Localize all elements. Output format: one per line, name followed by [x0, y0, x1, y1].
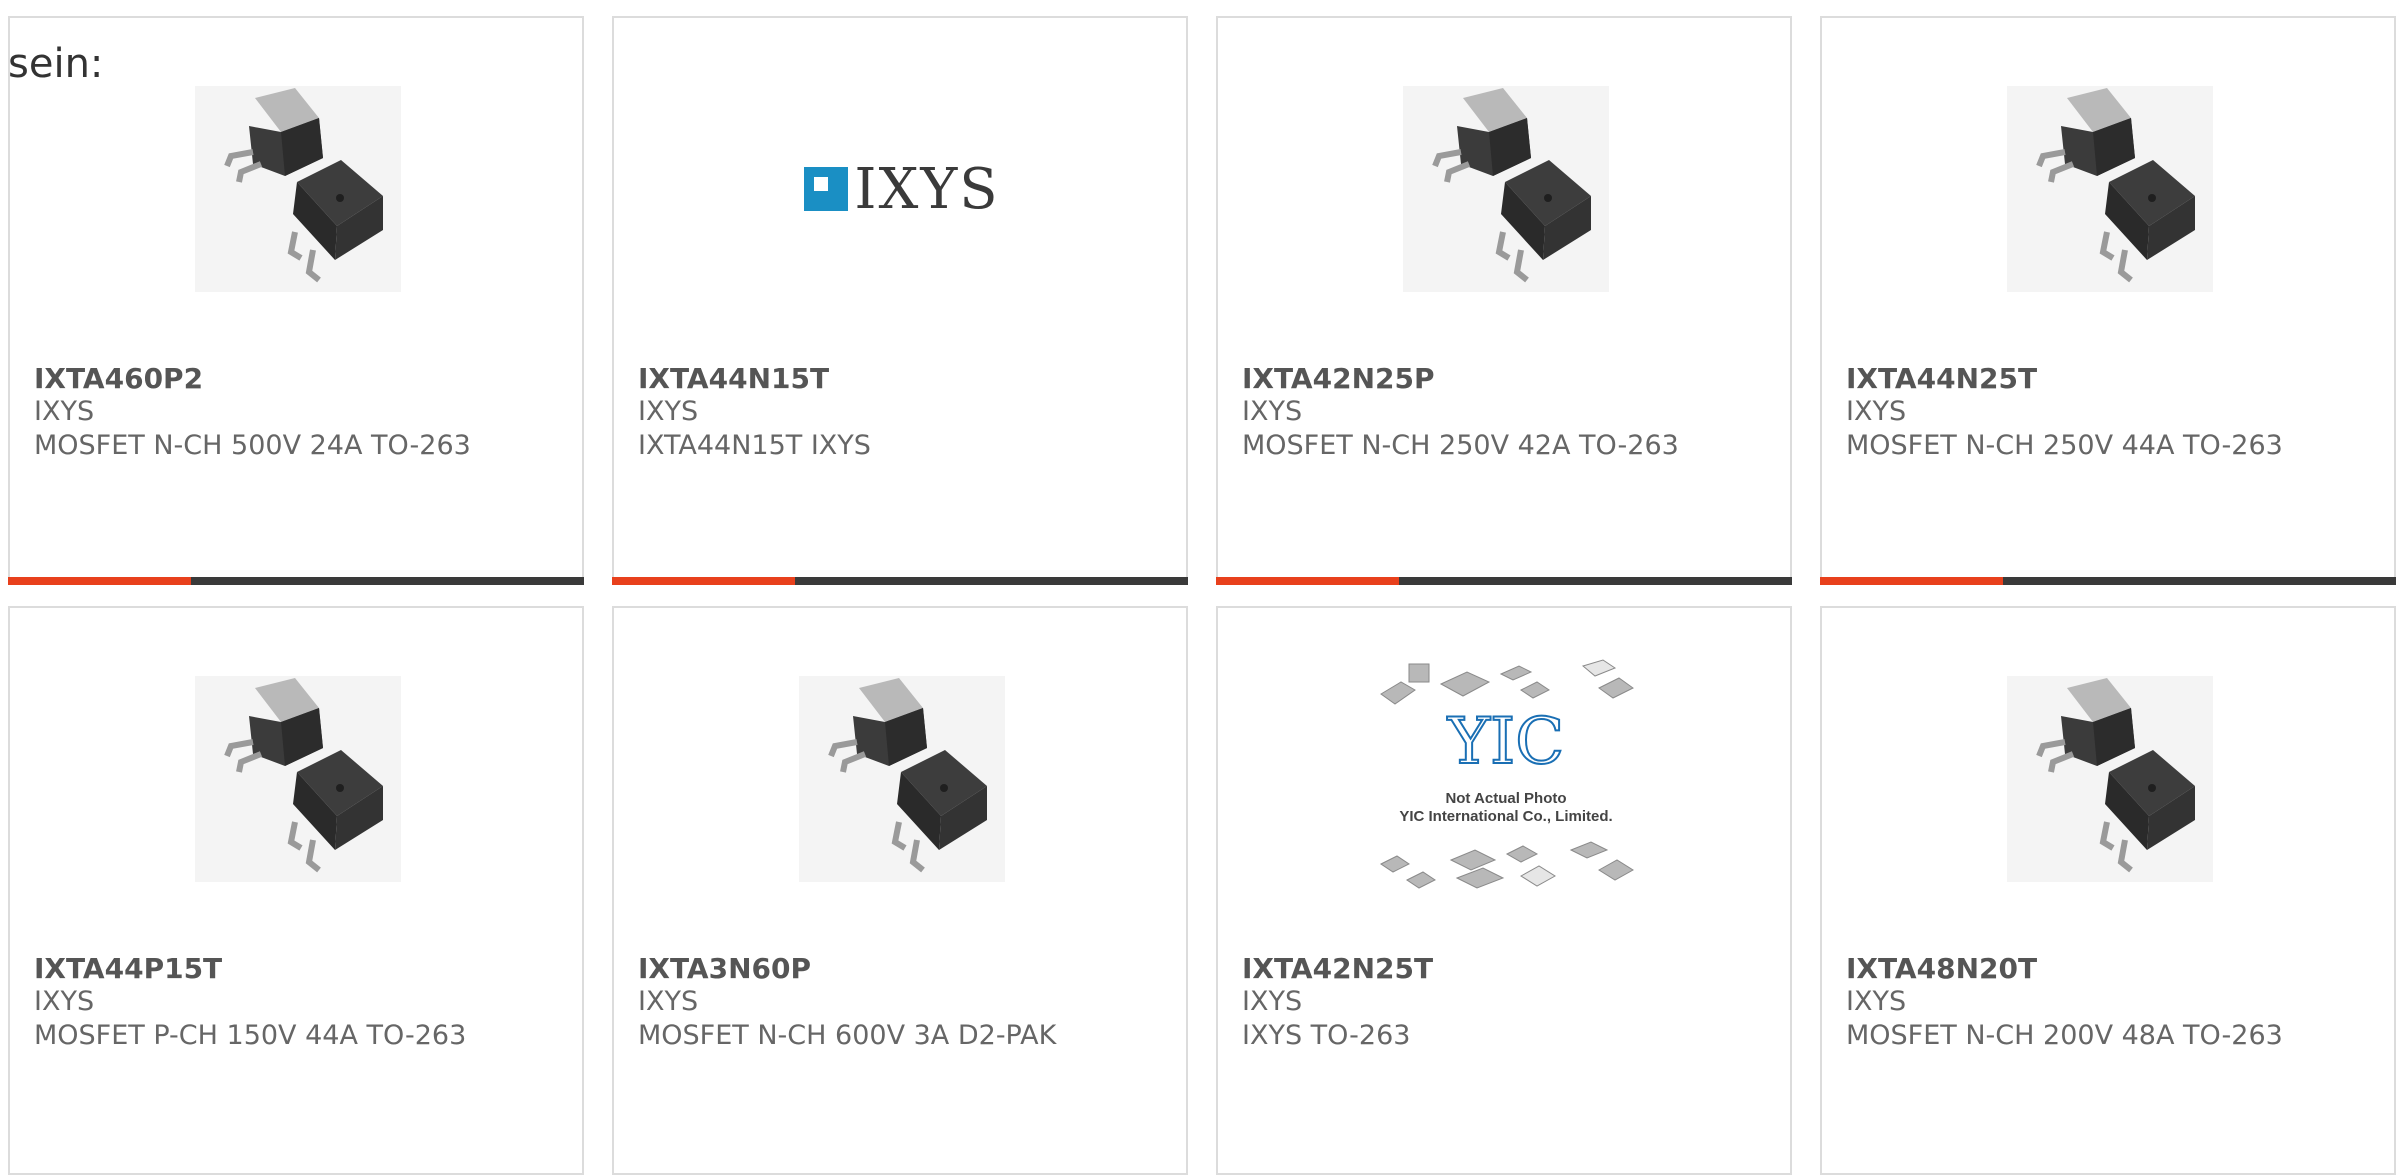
manufacturer: IXYS: [1242, 396, 1303, 427]
product-image[interactable]: [2007, 676, 2213, 882]
card-accent: [1820, 577, 2003, 585]
ixys-logo-mark-icon: [804, 167, 849, 211]
manufacturer: IXYS: [34, 986, 95, 1017]
description: IXYS TO-263: [1242, 1020, 1411, 1051]
placeholder-line2: YIC International Co., Limited.: [1399, 808, 1613, 825]
card-bottom-bar: [1820, 577, 2396, 585]
placeholder-caption: Not Actual Photo YIC International Co., …: [1371, 790, 1641, 826]
to263-package-icon: [2007, 676, 2213, 882]
description: MOSFET N-CH 500V 24A TO-263: [34, 430, 471, 461]
description: MOSFET N-CH 250V 44A TO-263: [1846, 430, 2283, 461]
manufacturer: IXYS: [638, 986, 699, 1017]
product-card[interactable]: IXTA42N25P IXYS MOSFET N-CH 250V 42A TO-…: [1216, 16, 1792, 585]
card-accent: [1216, 577, 1399, 585]
intro-text: sein:: [8, 41, 104, 87]
part-number[interactable]: IXTA44N15T: [638, 362, 829, 395]
description: MOSFET N-CH 250V 42A TO-263: [1242, 430, 1679, 461]
to263-package-icon: [1403, 86, 1609, 292]
card-bottom-bar: [8, 577, 584, 585]
chip-collage-icon: [1380, 659, 1634, 889]
product-card[interactable]: IXTA3N60P IXYS MOSFET N-CH 600V 3A D2-PA…: [612, 606, 1188, 1175]
card-bottom-bar: [612, 577, 1188, 585]
manufacturer: IXYS: [34, 396, 95, 427]
product-image[interactable]: [195, 86, 401, 292]
product-card[interactable]: IXTA48N20T IXYS MOSFET N-CH 200V 48A TO-…: [1820, 606, 2396, 1175]
product-image[interactable]: [799, 676, 1005, 882]
manufacturer: IXYS: [1242, 986, 1303, 1017]
product-card[interactable]: IXYS IXTA44N15T IXYS IXTA44N15T IXYS: [612, 16, 1188, 585]
product-card[interactable]: IXTA460P2 IXYS MOSFET N-CH 500V 24A TO-2…: [8, 16, 584, 585]
part-number[interactable]: IXTA48N20T: [1846, 952, 2037, 985]
yic-logo-text: YIC: [1447, 705, 1566, 779]
part-number[interactable]: IXTA42N25T: [1242, 952, 1433, 985]
to263-package-icon: [799, 676, 1005, 882]
product-image[interactable]: IXYS: [799, 86, 1005, 292]
product-image[interactable]: [1403, 86, 1609, 292]
description: MOSFET P-CH 150V 44A TO-263: [34, 1020, 467, 1051]
product-card[interactable]: IXTA44N25T IXYS MOSFET N-CH 250V 44A TO-…: [1820, 16, 2396, 585]
description: IXTA44N15T IXYS: [638, 430, 871, 461]
card-accent: [8, 577, 191, 585]
product-card[interactable]: IXTA44P15T IXYS MOSFET P-CH 150V 44A TO-…: [8, 606, 584, 1175]
manufacturer: IXYS: [1846, 396, 1907, 427]
description: MOSFET N-CH 200V 48A TO-263: [1846, 1020, 2283, 1051]
card-accent: [612, 577, 795, 585]
part-number[interactable]: IXTA460P2: [34, 362, 203, 395]
to263-package-icon: [195, 676, 401, 882]
manufacturer: IXYS: [638, 396, 699, 427]
part-number[interactable]: IXTA44P15T: [34, 952, 222, 985]
ixys-logo: IXYS: [804, 157, 999, 222]
product-image[interactable]: [2007, 86, 2213, 292]
to263-package-icon: [2007, 86, 2213, 292]
product-image[interactable]: YIC Not Actual Photo YIC International C…: [1380, 659, 1634, 889]
part-number[interactable]: IXTA42N25P: [1242, 362, 1435, 395]
to263-package-icon: [195, 86, 401, 292]
part-number[interactable]: IXTA44N25T: [1846, 362, 2037, 395]
part-number[interactable]: IXTA3N60P: [638, 952, 811, 985]
product-image[interactable]: [195, 676, 401, 882]
ixys-logo-text: IXYS: [854, 156, 1000, 222]
placeholder-line1: Not Actual Photo: [1445, 790, 1567, 807]
manufacturer: IXYS: [1846, 986, 1907, 1017]
product-card[interactable]: YIC Not Actual Photo YIC International C…: [1216, 606, 1792, 1175]
description: MOSFET N-CH 600V 3A D2-PAK: [638, 1020, 1057, 1051]
yic-placeholder-image: YIC Not Actual Photo YIC International C…: [1371, 654, 1641, 904]
card-bottom-bar: [1216, 577, 1792, 585]
